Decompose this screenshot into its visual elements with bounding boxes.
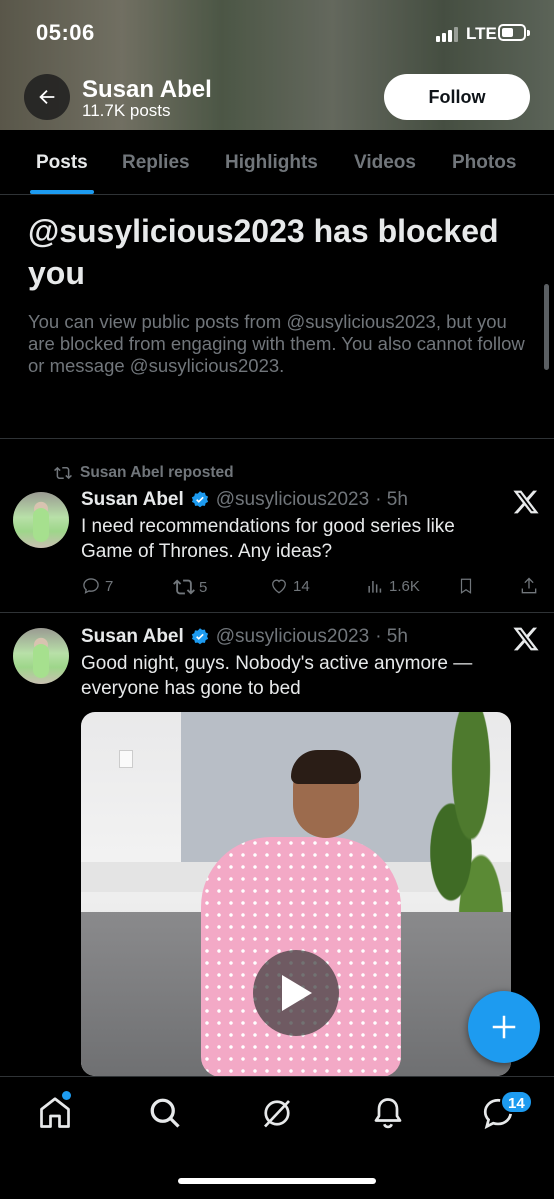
- back-button[interactable]: [24, 74, 70, 120]
- blocked-title: @susylicious2023 has blocked you: [28, 213, 499, 291]
- reply-count: 7: [105, 577, 114, 595]
- profile-posts-count: 11.7K posts: [82, 101, 171, 120]
- home-indicator[interactable]: [178, 1178, 376, 1184]
- profile-name: Susan Abel: [82, 76, 212, 103]
- divider: [0, 612, 554, 613]
- verified-badge-icon: [191, 491, 208, 508]
- repost-button[interactable]: 5: [173, 576, 207, 598]
- tab-replies[interactable]: Replies: [122, 152, 190, 174]
- post-text: I need recommendations for good series l…: [81, 516, 455, 562]
- play-button[interactable]: [253, 950, 339, 1036]
- home-notification-dot: [62, 1091, 71, 1100]
- tab-highlights[interactable]: Highlights: [225, 152, 318, 174]
- x-logo-icon: [513, 627, 539, 651]
- network-label: LTE: [466, 24, 497, 43]
- grok-icon[interactable]: [259, 1095, 295, 1131]
- signal-icon: [436, 26, 458, 42]
- status-time: 05:06: [36, 20, 95, 45]
- repost-label: Susan Abel reposted: [80, 464, 234, 481]
- repost-indicator: Susan Abel reposted: [54, 464, 234, 482]
- reply-button[interactable]: 7: [81, 576, 113, 596]
- analytics-icon: [368, 581, 382, 593]
- post-header: Susan Abel @susylicious2023 · 5h: [81, 489, 408, 511]
- share-icon: [521, 577, 537, 594]
- post-header: Susan Abel @susylicious2023 · 5h: [81, 626, 408, 648]
- battery-icon: [498, 24, 526, 41]
- messages-badge: 14: [500, 1090, 533, 1114]
- blocked-description: You can view public posts from @susylici…: [28, 311, 525, 376]
- tab-photos[interactable]: Photos: [452, 152, 516, 174]
- status-bar: 05:06 LTE: [0, 0, 554, 66]
- tab-posts[interactable]: Posts: [36, 152, 88, 174]
- bookmark-button[interactable]: [457, 576, 475, 596]
- post-handle: @susylicious2023: [215, 489, 370, 510]
- post-author-name[interactable]: Susan Abel: [81, 489, 184, 511]
- post-time: · 5h: [375, 626, 408, 647]
- video-light-switch: [119, 750, 133, 768]
- post-text: Good night, guys. Nobody's active anymor…: [81, 653, 473, 699]
- battery-tip: [527, 30, 530, 36]
- scrollbar[interactable]: [544, 284, 549, 370]
- home-icon[interactable]: [37, 1095, 73, 1131]
- post-video[interactable]: [81, 712, 511, 1076]
- repost-count: 5: [199, 578, 208, 596]
- video-person-hair: [291, 750, 361, 784]
- repost-icon: [173, 579, 195, 595]
- play-icon: [282, 975, 312, 1011]
- views-button[interactable]: 1.6K: [365, 576, 420, 596]
- post-time: · 5h: [375, 489, 408, 510]
- compose-post-button[interactable]: [468, 991, 540, 1063]
- search-icon[interactable]: [147, 1095, 183, 1131]
- notifications-bell-icon[interactable]: [370, 1095, 406, 1131]
- share-button[interactable]: [519, 576, 539, 596]
- follow-button[interactable]: Follow: [384, 74, 530, 120]
- views-count: 1.6K: [389, 577, 420, 595]
- divider: [0, 438, 554, 439]
- bookmark-icon: [460, 578, 472, 594]
- avatar[interactable]: [13, 628, 69, 684]
- post-actions: 7 5 14 1.6K: [81, 576, 541, 600]
- tab-videos[interactable]: Videos: [354, 152, 416, 174]
- heart-icon: [272, 579, 286, 594]
- tab-active-indicator: [30, 190, 94, 194]
- profile-tabs: Posts Replies Highlights Videos Photos: [0, 130, 554, 195]
- arrow-left-icon: [39, 89, 55, 105]
- reply-icon: [83, 578, 99, 594]
- verified-badge-icon: [191, 628, 208, 645]
- like-count: 14: [293, 577, 310, 595]
- plus-icon: [492, 1015, 516, 1039]
- x-logo-icon: [513, 490, 539, 514]
- avatar[interactable]: [13, 492, 69, 548]
- post-author-name[interactable]: Susan Abel: [81, 626, 184, 648]
- post-handle: @susylicious2023: [215, 626, 370, 647]
- repost-icon: [54, 466, 72, 480]
- like-button[interactable]: 14: [269, 576, 310, 596]
